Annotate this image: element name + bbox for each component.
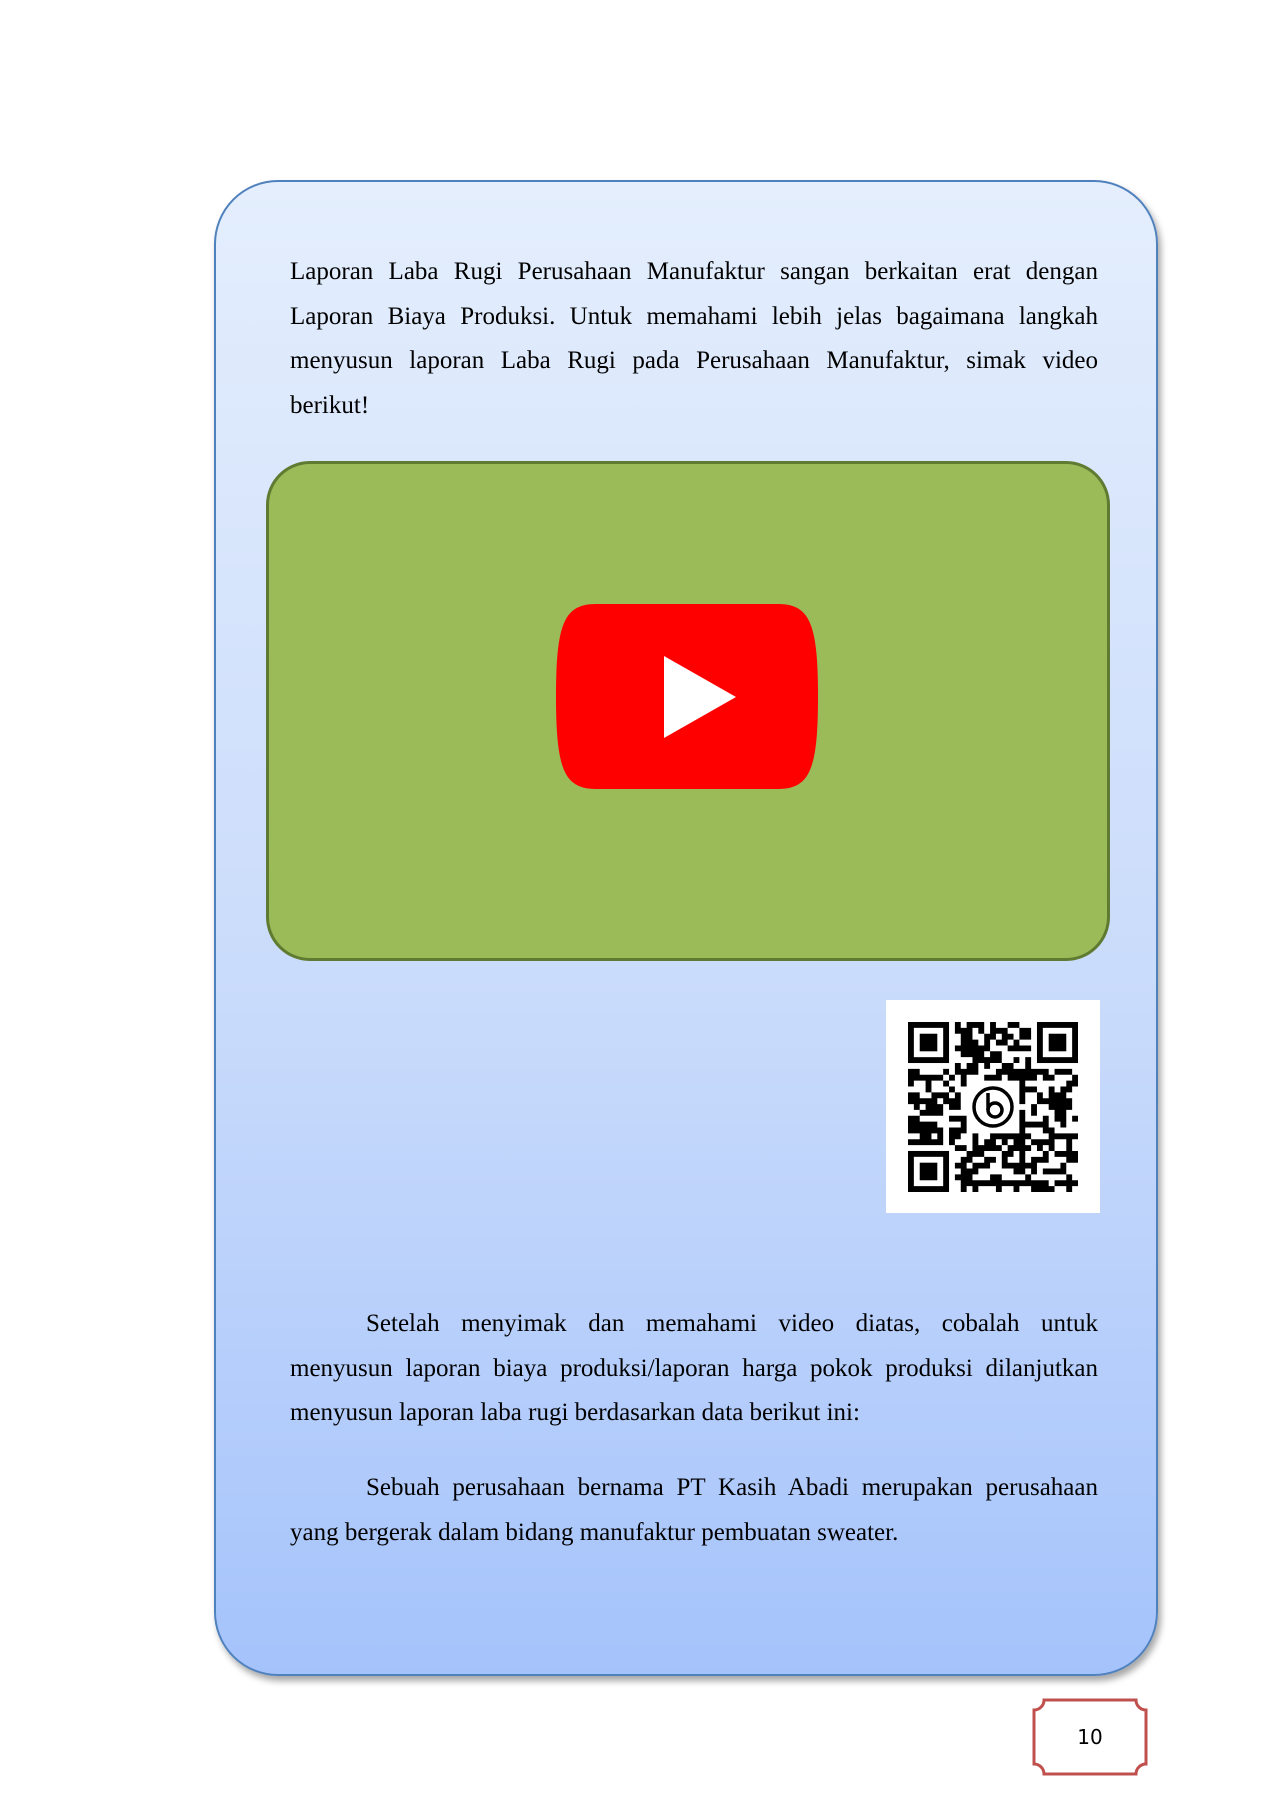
page-number: 10: [1077, 1725, 1103, 1749]
qr-finder-pattern: [1036, 1022, 1078, 1064]
intro-paragraph: Laporan Laba Rugi Perusahaan Manufaktur …: [290, 258, 1098, 419]
qr-code-image: [908, 1022, 1078, 1192]
case-paragraph: Sebuah perusahaan bernama PT Kasih Abadi…: [290, 1474, 1098, 1546]
bitly-logo-icon: [969, 1083, 1017, 1131]
qr-code[interactable]: [886, 1000, 1100, 1213]
instruction-paragraph: Setelah menyimak dan memahami video diat…: [290, 1310, 1098, 1426]
qr-finder-pattern: [908, 1150, 950, 1192]
youtube-play-icon[interactable]: [556, 604, 818, 789]
qr-finder-pattern: [908, 1022, 950, 1064]
